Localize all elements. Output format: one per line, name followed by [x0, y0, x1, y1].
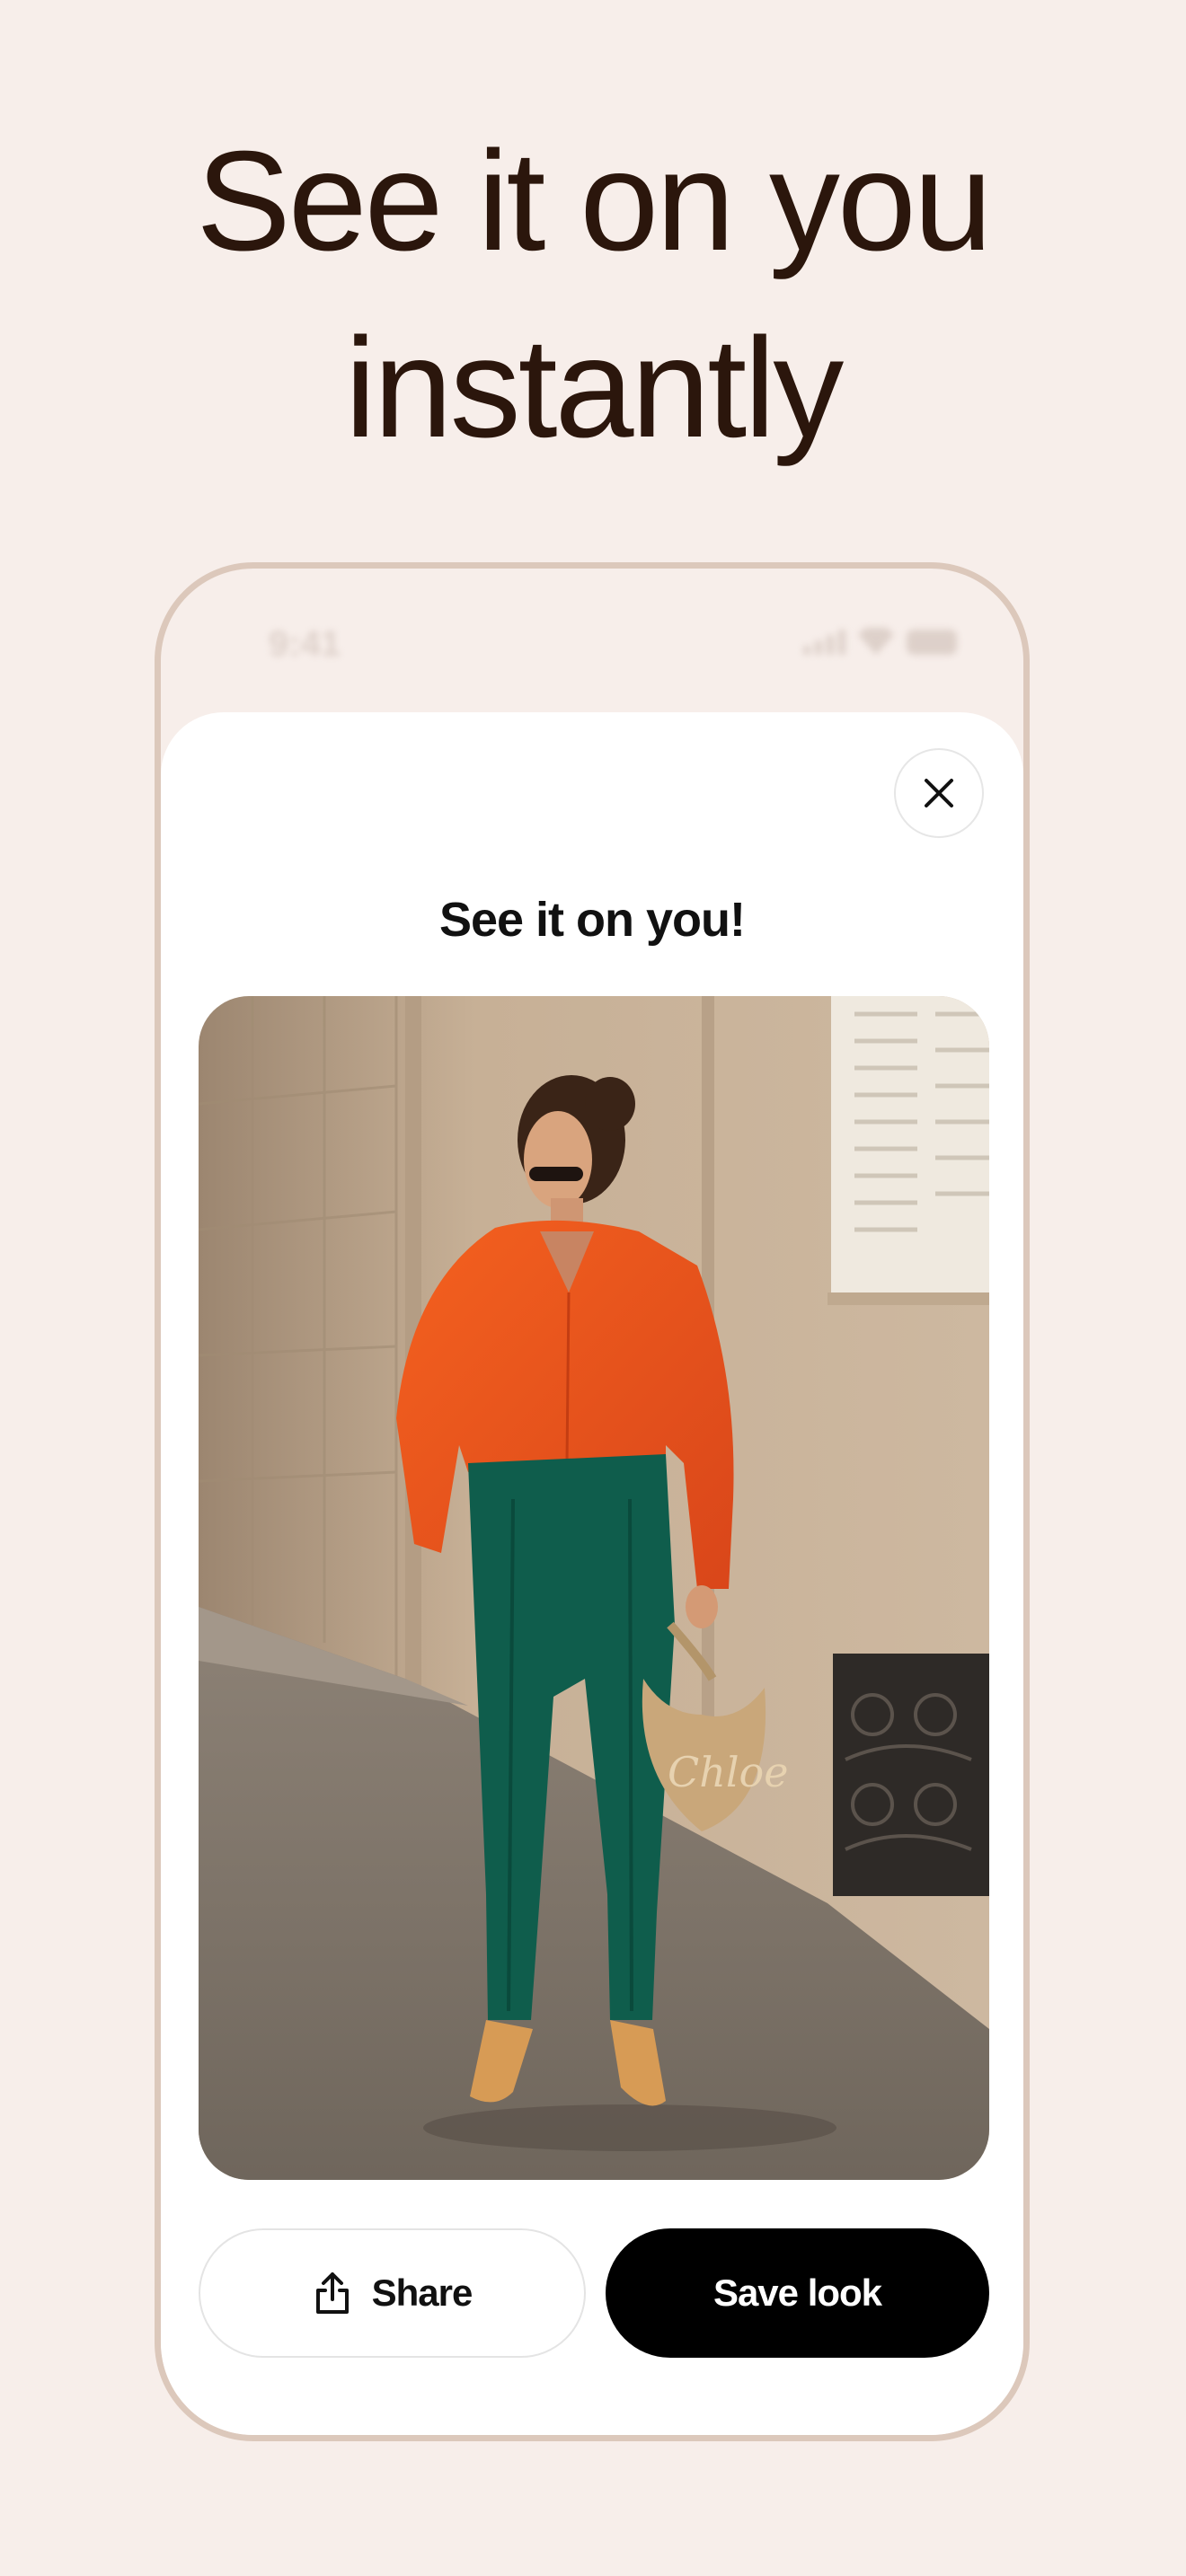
close-button[interactable]	[894, 748, 984, 838]
status-bar: 9:41	[161, 569, 1023, 712]
share-button[interactable]: Share	[199, 2228, 586, 2358]
phone-mockup: 9:41 See it on you! Chloe Share Save loo…	[155, 562, 1030, 2441]
signal-icon	[803, 630, 845, 655]
share-icon	[315, 2272, 349, 2314]
headline: See it on you instantly	[0, 108, 1186, 481]
outfit-photo: Chloe	[199, 996, 989, 2180]
close-icon	[925, 779, 953, 807]
save-look-button[interactable]: Save look	[606, 2228, 989, 2358]
bag-lettering: Chloe	[668, 1748, 788, 1796]
share-label: Share	[371, 2272, 474, 2314]
headline-line-1: See it on you	[196, 122, 992, 280]
status-icons	[803, 628, 957, 655]
sheet-title: See it on you!	[438, 893, 746, 947]
save-look-label: Save look	[712, 2272, 882, 2314]
try-on-sheet: See it on you! Chloe Share Save look	[161, 712, 1023, 2435]
wifi-icon	[858, 628, 894, 655]
battery-icon	[907, 630, 957, 655]
action-bar: Share Save look	[199, 2228, 989, 2358]
status-time: 9:41	[269, 624, 341, 664]
outfit-photo-illustration: Chloe	[199, 996, 989, 2180]
headline-line-2: instantly	[344, 309, 845, 467]
